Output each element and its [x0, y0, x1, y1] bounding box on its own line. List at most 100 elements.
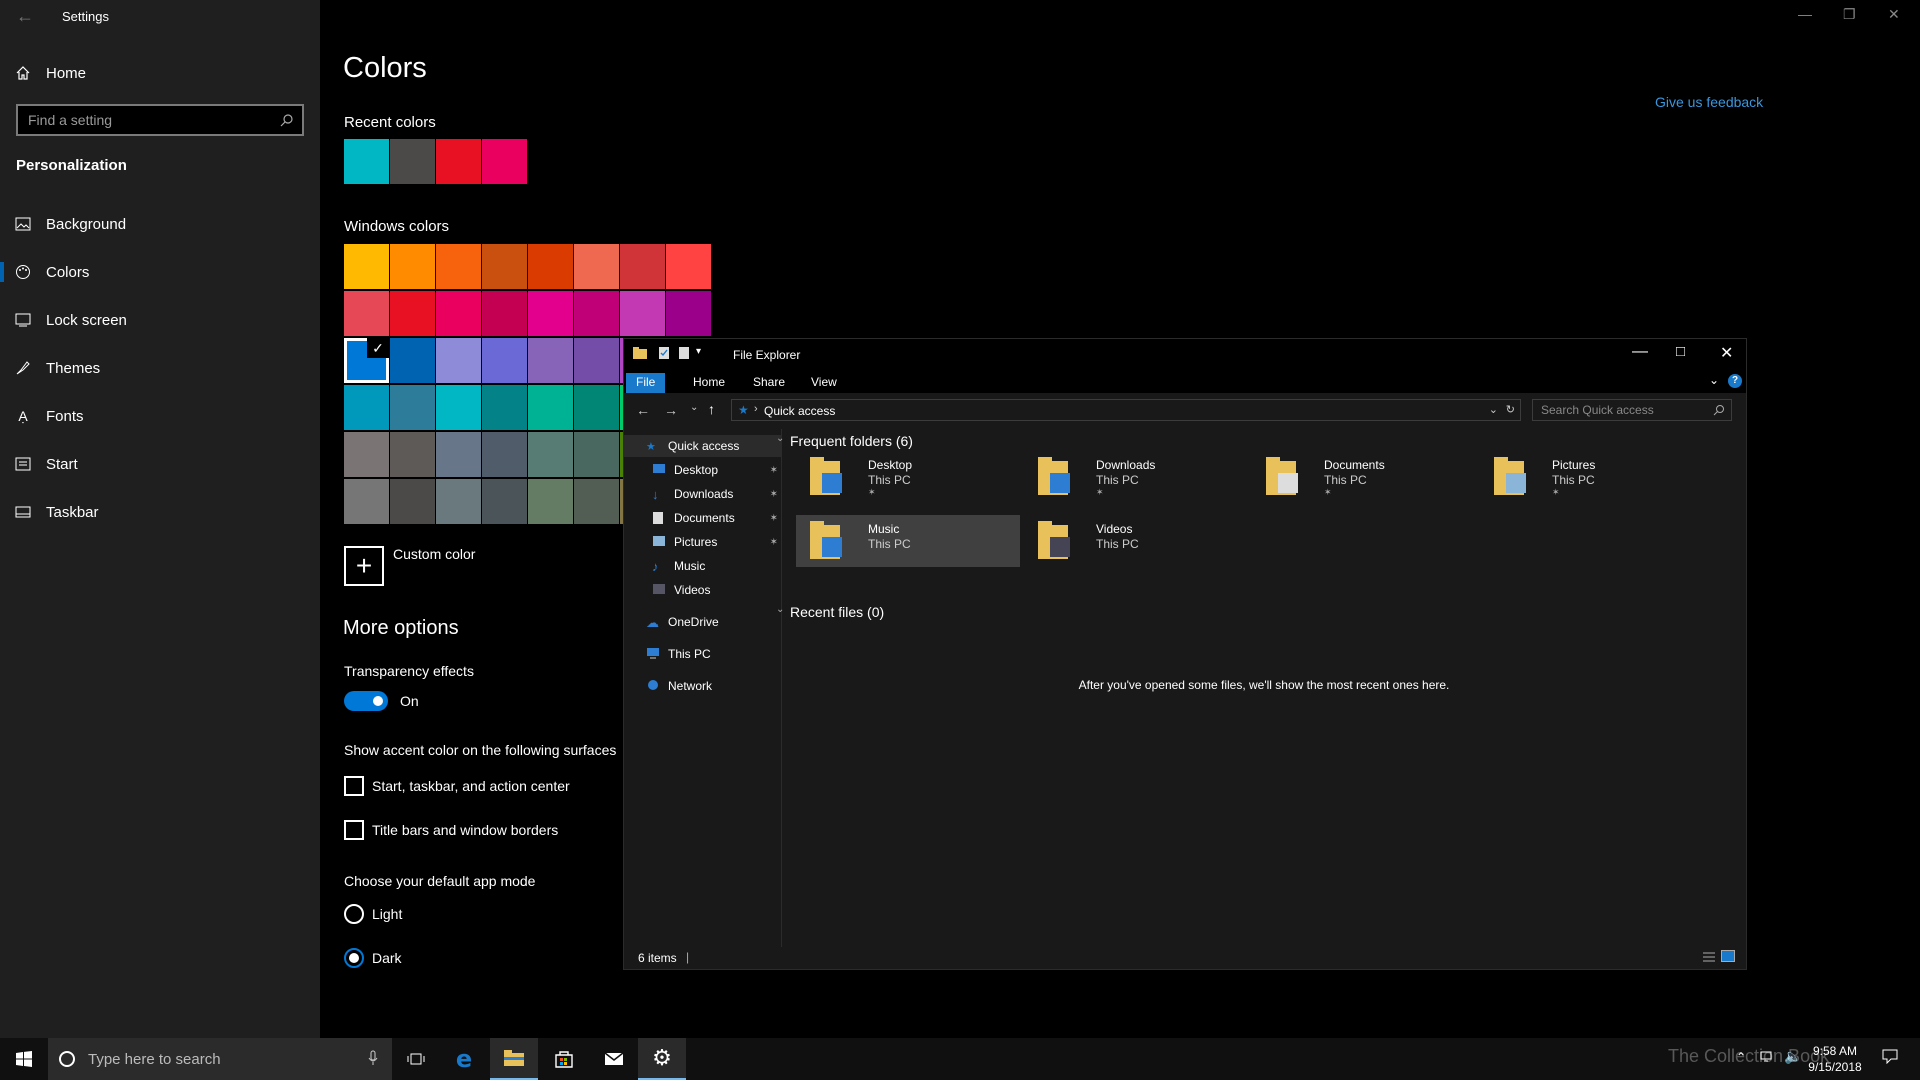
explorer-search-field[interactable]: [1532, 399, 1732, 421]
windows-color-swatch[interactable]: [574, 385, 619, 430]
back-icon[interactable]: ←: [636, 402, 650, 418]
restore-icon[interactable]: ❐: [1843, 6, 1856, 23]
nav-pane-item[interactable]: Desktop ✶: [624, 459, 782, 481]
show-hidden-icons-icon[interactable]: ⌃: [1736, 1050, 1746, 1064]
windows-color-swatch[interactable]: [344, 432, 389, 477]
explorer-minimize-icon[interactable]: —: [1632, 343, 1648, 361]
start-taskbar-checkbox[interactable]: [344, 776, 364, 796]
nav-home[interactable]: Home: [0, 51, 320, 95]
frequent-folders-header[interactable]: Frequent folders (6): [790, 433, 913, 449]
microphone-icon[interactable]: [368, 1050, 378, 1069]
address-dropdown-icon[interactable]: ⌄: [1489, 403, 1498, 416]
nav-fonts[interactable]: Ạ Fonts: [0, 394, 320, 438]
windows-color-swatch[interactable]: [666, 291, 711, 336]
light-mode-label[interactable]: Light: [372, 906, 402, 922]
folder-tile[interactable]: Music This PC: [796, 515, 1020, 567]
quick-access-dropdown-icon[interactable]: ▾: [696, 346, 701, 357]
minimize-icon[interactable]: —: [1798, 6, 1812, 22]
mail-icon[interactable]: [590, 1038, 638, 1080]
folder-tile[interactable]: Pictures This PC ✶: [1480, 451, 1704, 503]
nav-pane-item[interactable]: Videos: [624, 579, 782, 601]
nav-pane-item[interactable]: Network: [624, 675, 782, 697]
explorer-close-icon[interactable]: ✕: [1720, 343, 1733, 363]
folder-tile[interactable]: Videos This PC: [1024, 515, 1248, 567]
pin-icon[interactable]: ✶: [770, 489, 778, 500]
nav-lock-screen[interactable]: Lock screen: [0, 298, 320, 342]
windows-color-swatch[interactable]: [528, 479, 573, 524]
nav-pane-item[interactable]: Documents ✶: [624, 507, 782, 529]
nav-pane-item[interactable]: Pictures ✶: [624, 531, 782, 553]
windows-color-swatch[interactable]: [574, 338, 619, 383]
windows-color-swatch[interactable]: [482, 291, 527, 336]
windows-color-swatch[interactable]: [436, 338, 481, 383]
feedback-link[interactable]: Give us feedback: [1655, 94, 1763, 110]
transparency-toggle[interactable]: [344, 691, 388, 711]
explorer-search-icon[interactable]: [1713, 404, 1725, 419]
windows-color-swatch[interactable]: [482, 338, 527, 383]
windows-color-swatch[interactable]: [344, 291, 389, 336]
dark-mode-label[interactable]: Dark: [372, 950, 402, 966]
find-setting-field[interactable]: [16, 104, 304, 136]
search-icon[interactable]: [280, 113, 294, 132]
address-box[interactable]: ★ › Quick access ⌄ ↻: [731, 399, 1521, 421]
clock[interactable]: 9:58 AM 9/15/2018: [1800, 1043, 1870, 1075]
explorer-search-input[interactable]: [1533, 400, 1731, 420]
windows-color-swatch[interactable]: [528, 432, 573, 477]
windows-color-swatch[interactable]: [528, 385, 573, 430]
tab-view[interactable]: View: [801, 373, 847, 393]
windows-color-swatch[interactable]: [482, 479, 527, 524]
windows-color-swatch[interactable]: [344, 244, 389, 289]
refresh-icon[interactable]: ↻: [1506, 403, 1515, 416]
file-explorer-taskbar-icon[interactable]: [490, 1038, 538, 1080]
recent-color-swatch[interactable]: [436, 139, 481, 184]
nav-pane-item[interactable]: ♪ Music: [624, 555, 782, 577]
windows-color-swatch[interactable]: [528, 338, 573, 383]
nav-colors[interactable]: Colors: [0, 250, 320, 294]
task-view-icon[interactable]: [392, 1038, 440, 1080]
store-icon[interactable]: [540, 1038, 588, 1080]
windows-color-swatch[interactable]: [620, 291, 665, 336]
custom-color-label[interactable]: Custom color: [393, 546, 475, 562]
windows-color-swatch[interactable]: [390, 338, 435, 383]
windows-color-swatch[interactable]: [528, 291, 573, 336]
windows-color-swatch[interactable]: [344, 479, 389, 524]
windows-color-swatch[interactable]: [390, 291, 435, 336]
network-tray-icon[interactable]: [1760, 1049, 1776, 1068]
chevron-right-icon[interactable]: ›: [754, 403, 758, 415]
collapse-frequent-icon[interactable]: ⌄: [776, 433, 784, 444]
windows-color-swatch[interactable]: [436, 385, 481, 430]
nav-pane-item[interactable]: ↓ Downloads ✶: [624, 483, 782, 505]
collapse-recent-icon[interactable]: ⌄: [776, 604, 784, 615]
title-bars-label[interactable]: Title bars and window borders: [372, 822, 558, 838]
recent-color-swatch[interactable]: [482, 139, 527, 184]
recent-files-header[interactable]: Recent files (0): [790, 604, 884, 620]
windows-color-swatch[interactable]: [390, 479, 435, 524]
pin-icon[interactable]: ✶: [770, 513, 778, 524]
windows-color-swatch[interactable]: [436, 479, 481, 524]
new-file-icon[interactable]: [678, 346, 690, 365]
expand-ribbon-icon[interactable]: ⌄: [1709, 373, 1719, 387]
windows-color-swatch[interactable]: [344, 385, 389, 430]
start-button[interactable]: [0, 1038, 48, 1080]
tab-share[interactable]: Share: [743, 373, 795, 393]
volume-icon[interactable]: 🔈: [1784, 1048, 1801, 1065]
back-arrow-icon[interactable]: ←: [16, 6, 34, 27]
dark-mode-radio[interactable]: [344, 948, 364, 968]
windows-color-swatch[interactable]: [574, 479, 619, 524]
large-icons-view-icon[interactable]: [1721, 950, 1735, 965]
pin-icon[interactable]: ✶: [770, 537, 778, 548]
light-mode-radio[interactable]: [344, 904, 364, 924]
notifications-icon[interactable]: [1882, 1048, 1898, 1069]
find-setting-input[interactable]: [18, 106, 302, 134]
windows-color-swatch[interactable]: [528, 244, 573, 289]
windows-color-swatch[interactable]: [482, 244, 527, 289]
pin-icon[interactable]: ✶: [770, 465, 778, 476]
nav-background[interactable]: Background: [0, 202, 320, 246]
folder-tile[interactable]: Documents This PC ✶: [1252, 451, 1476, 503]
windows-color-swatch[interactable]: [574, 244, 619, 289]
windows-color-swatch[interactable]: [390, 385, 435, 430]
properties-icon[interactable]: [658, 346, 670, 365]
folder-tile[interactable]: Downloads This PC ✶: [1024, 451, 1248, 503]
title-bars-checkbox[interactable]: [344, 820, 364, 840]
close-icon[interactable]: ✕: [1888, 6, 1900, 23]
